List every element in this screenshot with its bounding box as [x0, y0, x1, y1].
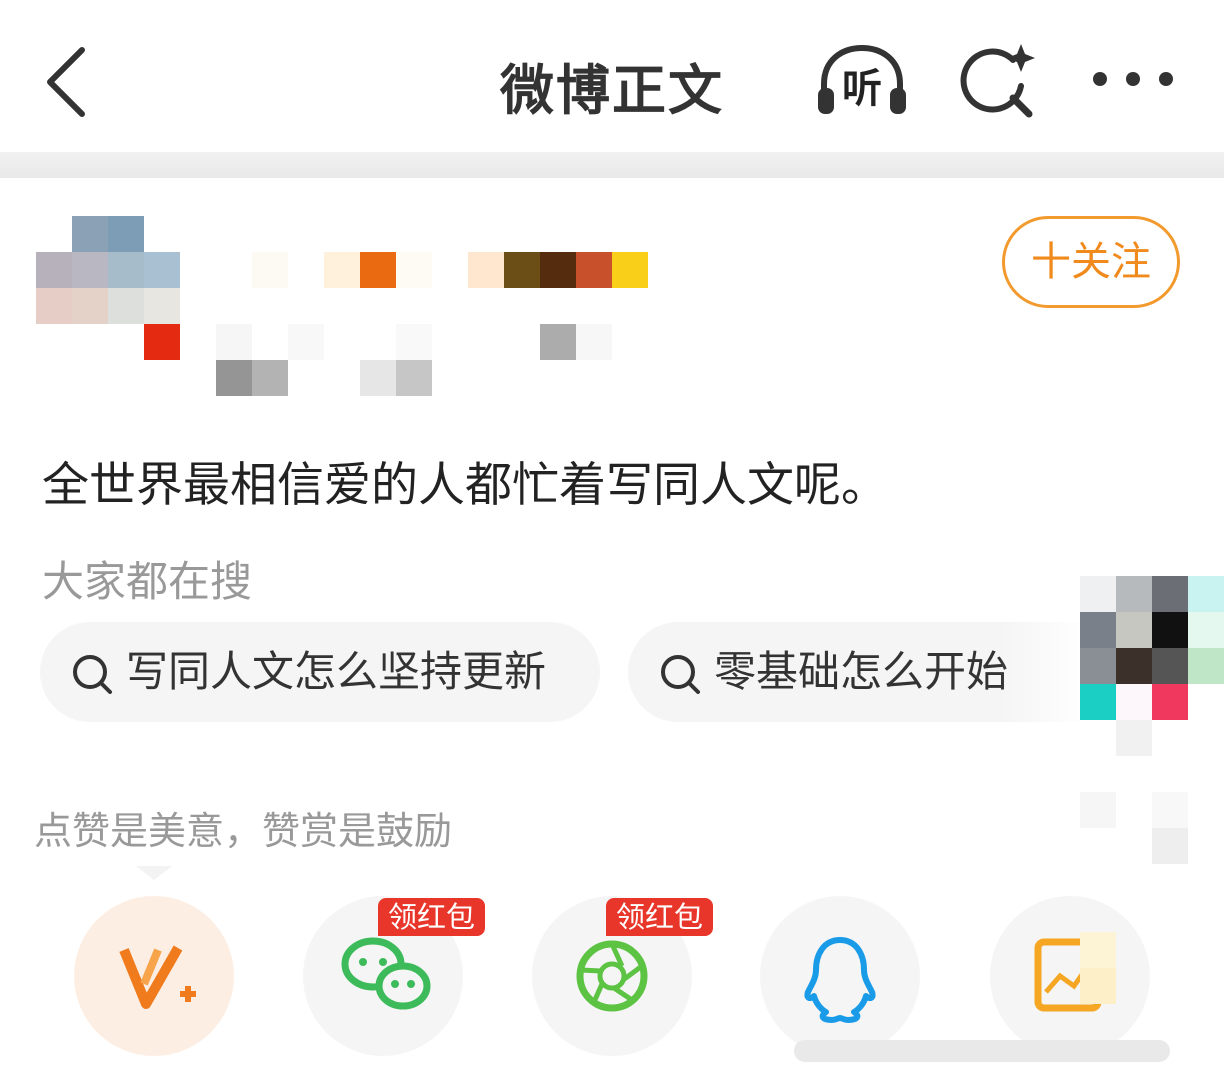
search-chip-label: 零基础怎么开始 [714, 647, 1009, 696]
search-chip-label: 写同人文怎么坚持更新 [126, 647, 547, 696]
avatar[interactable] [36, 216, 180, 360]
sparkle-search-icon [960, 44, 1035, 118]
listen-button[interactable]: 听 [812, 40, 912, 120]
listen-label: 听 [842, 66, 882, 112]
reward-tip: 点赞是美意，赞赏是鼓励 [34, 809, 453, 853]
chart-icon [1034, 938, 1102, 1012]
search-suggestions: 写同人文怎么坚持更新 零基础怎么开始 [40, 622, 1224, 726]
qq-icon [804, 937, 876, 1023]
red-packet-badge: 领红包 [378, 898, 486, 936]
tip-pointer [136, 866, 172, 880]
trending-search-label: 大家都在搜 [42, 557, 253, 606]
share-qq-button[interactable] [760, 896, 920, 1056]
username-censored[interactable] [216, 252, 648, 288]
more-options-button[interactable] [1088, 48, 1178, 110]
post-meta-censored [216, 324, 676, 396]
post-content: 全世界最相信爱的人都忙着写同人文呢。 [42, 458, 888, 513]
search-icon [73, 655, 112, 694]
section-divider [0, 152, 1224, 178]
search-icon [661, 655, 700, 694]
red-packet-badge: 领红包 [606, 898, 714, 936]
floating-widget-censored[interactable] [1080, 576, 1224, 864]
share-poster-button[interactable] [990, 896, 1150, 1056]
ai-search-button[interactable] [955, 38, 1041, 124]
vplus-icon [119, 945, 196, 1009]
follow-button[interactable]: 十关注 [1002, 216, 1180, 308]
vplus-reward-button[interactable] [74, 896, 234, 1056]
search-chip[interactable]: 写同人文怎么坚持更新 [40, 622, 600, 722]
top-navigation-bar: 微博正文 听 [0, 0, 1224, 152]
more-dots-icon [1093, 72, 1173, 86]
share-item-censored [1080, 932, 1116, 1004]
home-indicator [794, 1040, 1170, 1062]
